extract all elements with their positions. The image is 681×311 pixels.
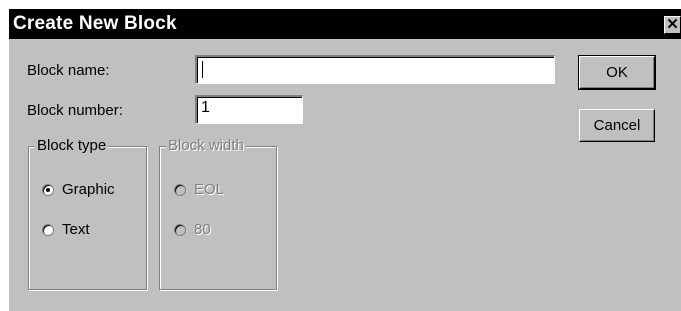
radio-80[interactable]: 80 — [174, 221, 264, 241]
block-type-legend: Block type — [35, 137, 109, 155]
block-type-group: Block type Graphic Text — [28, 137, 147, 290]
cancel-button-label: Cancel — [593, 117, 641, 134]
text-caret — [202, 61, 203, 78]
dialog-title: Create New Block — [13, 13, 177, 34]
radio-button-icon — [174, 224, 186, 236]
title-bar: Create New Block ✕ — [9, 9, 681, 39]
ok-button-label: OK — [606, 64, 628, 81]
block-number-label: Block number: — [27, 102, 123, 119]
close-button[interactable]: ✕ — [664, 16, 681, 34]
block-number-value: 1 — [201, 99, 210, 116]
cancel-button[interactable]: Cancel — [579, 109, 655, 142]
block-name-label: Block name: — [27, 62, 110, 79]
block-width-group: Block width EOL 80 — [159, 137, 277, 290]
block-name-input[interactable] — [195, 55, 555, 84]
radio-eol[interactable]: EOL — [174, 181, 264, 201]
radio-button-icon — [174, 184, 186, 196]
radio-text-label: Text — [62, 221, 90, 238]
close-icon: ✕ — [666, 16, 679, 33]
block-number-input[interactable]: 1 — [195, 95, 303, 124]
ok-button[interactable]: OK — [578, 55, 656, 90]
radio-selected-dot — [46, 188, 50, 192]
radio-graphic[interactable]: Graphic — [42, 181, 142, 201]
radio-eol-label: EOL — [194, 181, 225, 198]
create-new-block-dialog: Create New Block ✕ Block name: Block num… — [8, 8, 681, 311]
radio-graphic-label: Graphic — [62, 181, 115, 198]
radio-button-icon[interactable] — [42, 224, 54, 236]
radio-text[interactable]: Text — [42, 221, 142, 241]
radio-button-icon[interactable] — [42, 184, 54, 196]
radio-80-label: 80 — [194, 221, 211, 238]
block-width-legend: Block width — [166, 137, 246, 155]
